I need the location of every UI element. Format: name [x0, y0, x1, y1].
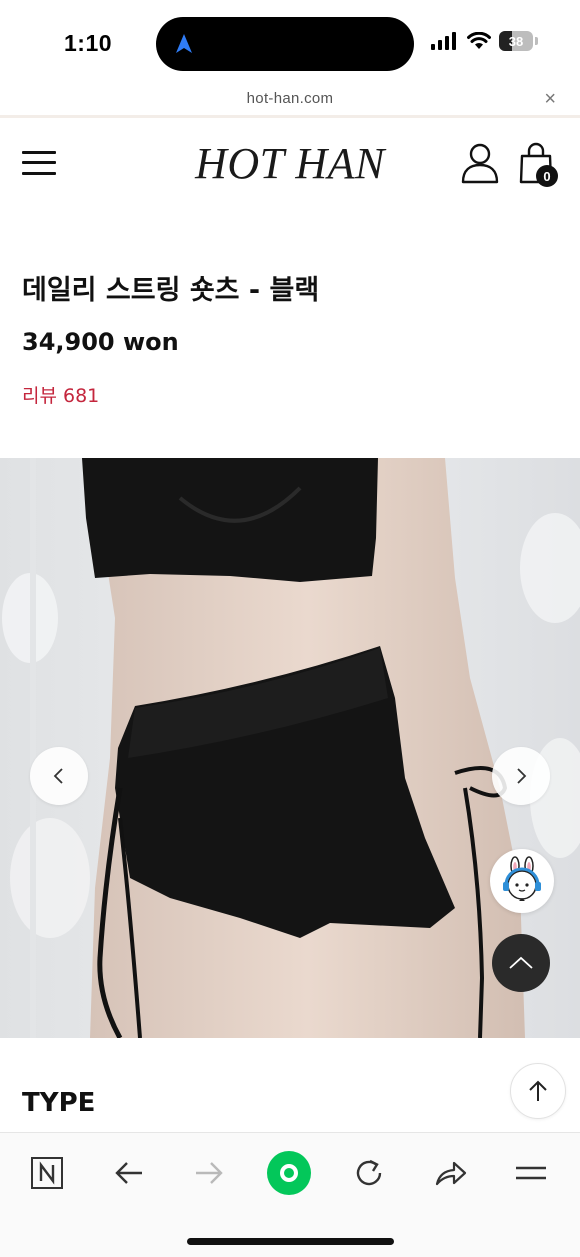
dynamic-island: [156, 17, 414, 71]
scroll-top-button-dark[interactable]: [492, 934, 550, 992]
product-price: 34,900 won: [22, 328, 179, 356]
back-button[interactable]: [104, 1151, 154, 1195]
battery-level: 38: [508, 33, 524, 49]
share-button[interactable]: [426, 1151, 476, 1195]
refresh-button[interactable]: [344, 1151, 394, 1195]
forward-arrow-icon: [196, 1162, 223, 1184]
chevron-right-icon: [517, 768, 527, 784]
chevron-up-icon: [509, 956, 533, 969]
status-icons: 38: [431, 31, 538, 51]
home-button[interactable]: [264, 1151, 314, 1195]
cart-count-badge[interactable]: 0: [536, 165, 558, 187]
chevron-left-icon: [53, 768, 63, 784]
prev-image-button[interactable]: [30, 747, 88, 805]
back-arrow-icon: [115, 1162, 142, 1184]
next-image-button[interactable]: [492, 747, 550, 805]
user-icon[interactable]: [460, 142, 500, 184]
menu-icon[interactable]: [22, 148, 58, 176]
url-bar[interactable]: hot-han.com ×: [0, 86, 580, 118]
type-heading: TYPE: [22, 1088, 96, 1118]
site-header: HOT HAN 0: [0, 120, 580, 210]
chatbot-button[interactable]: [490, 849, 554, 913]
status-bar: 1:10 38: [0, 0, 580, 86]
home-circle-icon: [267, 1151, 311, 1195]
scroll-top-button[interactable]: [510, 1063, 566, 1119]
share-icon: [435, 1161, 467, 1186]
browser-toolbar: [0, 1132, 580, 1257]
product-title: 데일리 스트링 숏츠 - 블랙: [22, 275, 320, 306]
signal-icon: [431, 32, 456, 50]
wifi-icon: [467, 32, 491, 49]
logo-text[interactable]: HOT HAN: [195, 139, 385, 188]
battery-icon: 38: [499, 31, 533, 51]
review-link[interactable]: 리뷰 681: [22, 381, 99, 408]
home-indicator: [187, 1238, 394, 1245]
product-image-carousel[interactable]: [0, 458, 580, 1038]
naver-button[interactable]: [22, 1151, 72, 1195]
menu-button[interactable]: [506, 1151, 556, 1195]
menu-lines-icon: [516, 1166, 546, 1180]
battery-cap: [535, 37, 538, 45]
forward-button[interactable]: [184, 1151, 234, 1195]
chatbot-bunny-icon: [503, 856, 541, 901]
close-icon[interactable]: ×: [544, 88, 556, 111]
refresh-icon: [356, 1159, 382, 1186]
location-arrow-icon: [176, 34, 192, 53]
product-photo: [0, 458, 580, 1038]
arrow-up-icon: [529, 1080, 547, 1101]
url-text[interactable]: hot-han.com: [0, 90, 580, 107]
status-time: 1:10: [64, 30, 113, 56]
naver-n-icon: [31, 1157, 63, 1189]
